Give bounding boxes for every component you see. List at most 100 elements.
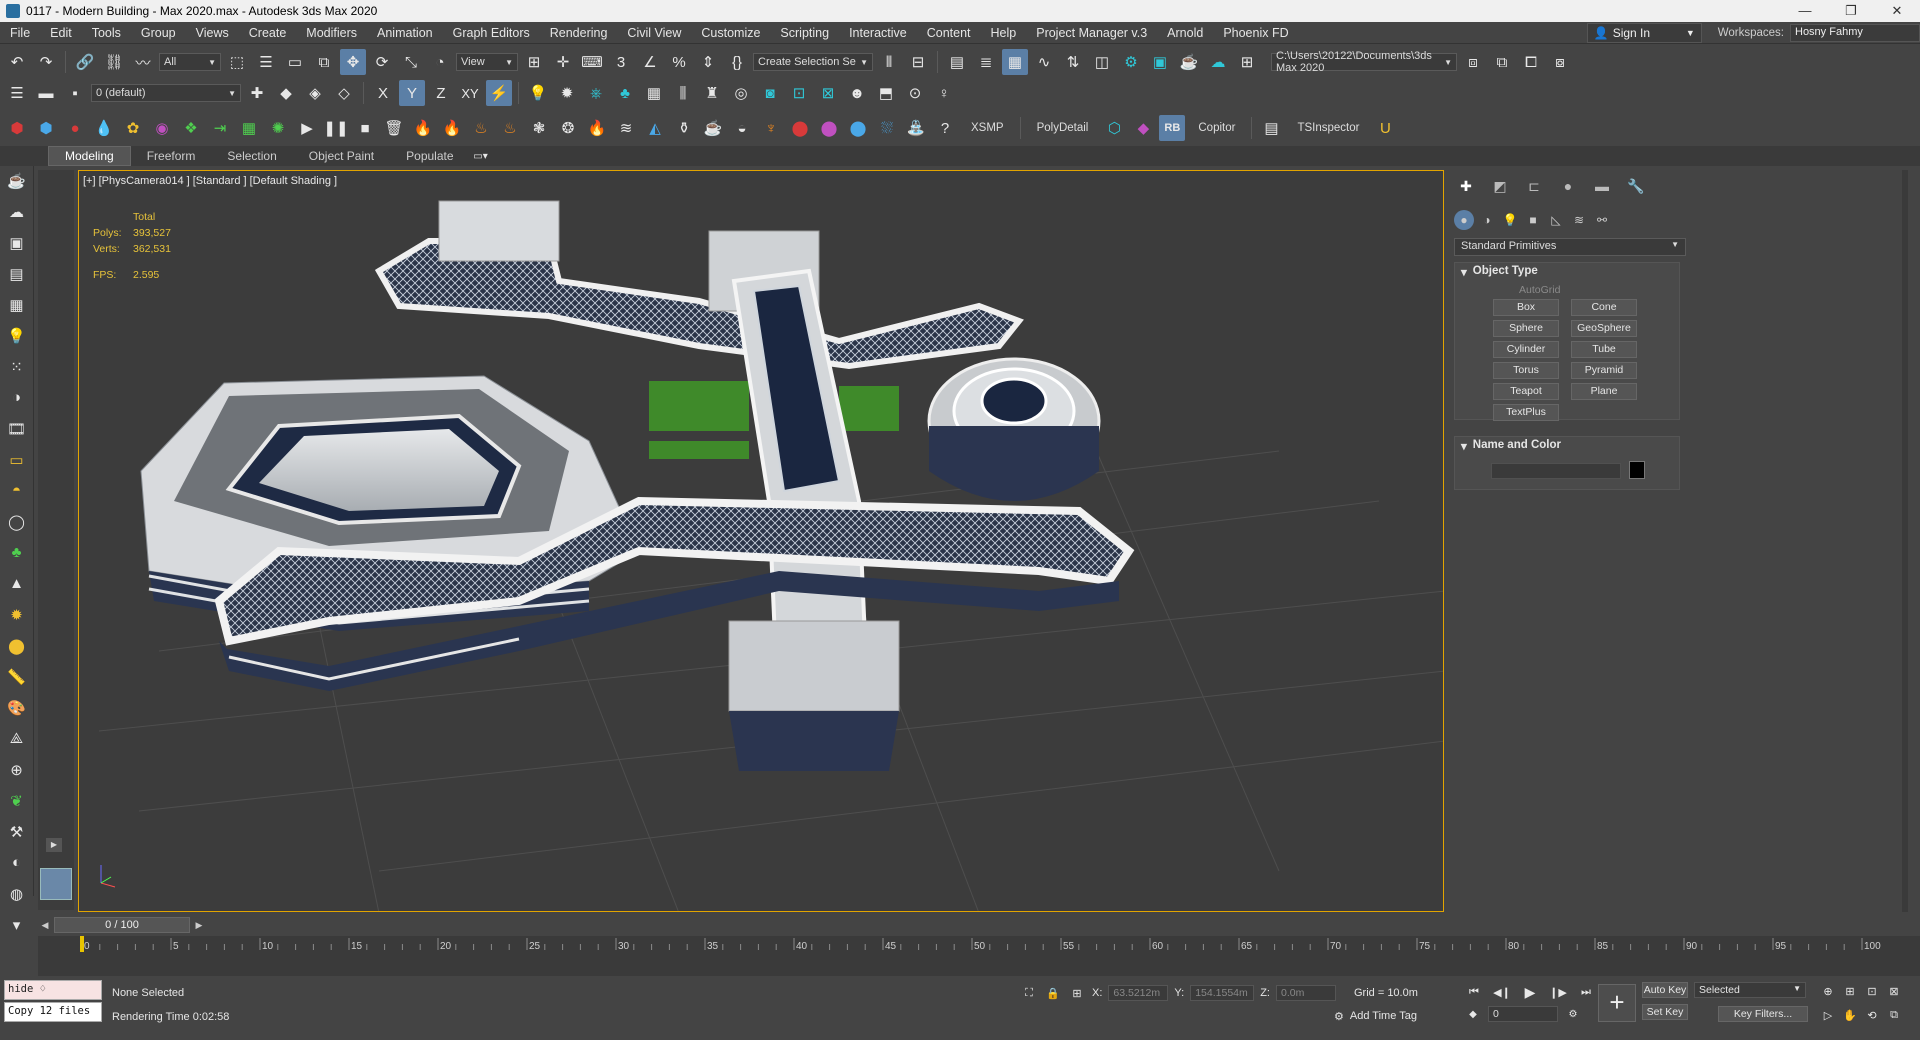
menu-content[interactable]: Content (917, 22, 981, 44)
liquid-icon[interactable]: ♨ (497, 115, 523, 141)
cone-icon[interactable]: ▲ (4, 571, 30, 596)
dots-icon[interactable]: ⁙ (4, 354, 30, 379)
hdr-icon[interactable]: ◐ (4, 850, 30, 875)
cameras-icon[interactable]: ■ (1523, 210, 1543, 230)
next-frame-arrow-icon[interactable]: ▶ (192, 918, 206, 932)
xsmp-button[interactable]: XSMP (961, 122, 1014, 134)
close-button[interactable]: ✕ (1874, 0, 1920, 22)
primitive-type-dropdown[interactable]: Standard Primitives ▼ (1454, 238, 1686, 256)
cup-icon[interactable]: ☕ (700, 115, 726, 141)
field-of-view-icon[interactable]: ▷ (1818, 1006, 1838, 1024)
schematic-view-icon[interactable]: ⇅ (1060, 49, 1086, 75)
cylinder-button[interactable]: Cylinder (1493, 341, 1559, 358)
y-coord-field[interactable]: 154.1554m (1190, 985, 1255, 1001)
wave-icon[interactable]: ≋ (613, 115, 639, 141)
cone-button[interactable]: Cone (1571, 299, 1637, 316)
leaf-icon[interactable]: ❦ (4, 788, 30, 813)
ribbon-toggle-icon[interactable]: ▦ (1002, 49, 1028, 75)
circle-tool-icon[interactable]: ◎ (728, 80, 754, 106)
bulb-tool-icon[interactable]: ♀ (931, 80, 957, 106)
play-animation-icon[interactable]: ▶ (1520, 982, 1540, 1002)
menu-arnold[interactable]: Arnold (1157, 22, 1213, 44)
tab-populate[interactable]: Populate (390, 147, 469, 165)
restore-button[interactable]: ❐ (1828, 0, 1874, 22)
sun-yellow-icon[interactable]: ✹ (4, 602, 30, 627)
go-to-start-icon[interactable]: ⏮ (1464, 982, 1484, 1002)
maximize-viewport-icon[interactable]: ⧉ (1884, 1006, 1904, 1024)
box-tool-icon[interactable]: ⬒ (873, 80, 899, 106)
menu-animation[interactable]: Animation (367, 22, 443, 44)
sun-icon[interactable]: ✹ (554, 80, 580, 106)
film-icon[interactable]: 🎞 (4, 416, 30, 441)
pulldown-icon[interactable]: ▾ (4, 912, 30, 937)
time-config-icon[interactable]: ⚙ (1564, 1006, 1582, 1022)
splash-icon[interactable]: ⛆ (874, 115, 900, 141)
hierarchy-panel-icon[interactable]: ⊏ (1520, 174, 1548, 198)
manipulate-icon[interactable]: ✛ (550, 49, 576, 75)
menu-civil-view[interactable]: Civil View (617, 22, 691, 44)
fence-icon[interactable]: ⫼ (670, 80, 696, 106)
burst-green-icon[interactable]: ✺ (265, 115, 291, 141)
named-selection-dropdown[interactable]: Create Selection Se ▼ (753, 53, 873, 71)
drop-blue-icon[interactable]: 💧 (91, 115, 117, 141)
project-settings-icon[interactable]: ⧇ (1547, 49, 1573, 75)
menu-customize[interactable]: Customize (691, 22, 770, 44)
menu-scripting[interactable]: Scripting (770, 22, 839, 44)
menu-project-manager[interactable]: Project Manager v.3 (1026, 22, 1157, 44)
layer-dropdown[interactable]: 0 (default) ▼ (91, 84, 241, 102)
ruler-icon[interactable]: 📏 (4, 664, 30, 689)
disc-icon[interactable]: ◯ (4, 509, 30, 534)
zoom-extents-all-icon[interactable]: ⊠ (1884, 982, 1904, 1000)
sphere-button[interactable]: Sphere (1493, 320, 1559, 337)
people-icon[interactable]: ☻ (844, 80, 870, 106)
grid-icon[interactable]: ▦ (641, 80, 667, 106)
coin-icon[interactable]: ⬤ (4, 633, 30, 658)
toolbar-menu-icon[interactable]: ☰ (4, 80, 30, 106)
maxscript-output[interactable]: Copy 12 files (4, 1002, 102, 1022)
x-coord-field[interactable]: 63.5212m (1108, 985, 1169, 1001)
blue-ball-icon[interactable]: ⬤ (845, 115, 871, 141)
plane-button[interactable]: Plane (1571, 383, 1637, 400)
autogrid-checkbox[interactable]: AutoGrid (1455, 281, 1679, 299)
modify-panel-icon[interactable]: ◩ (1486, 174, 1514, 198)
snaps-toggle-icon[interactable]: 3 (608, 49, 634, 75)
menu-modifiers[interactable]: Modifiers (296, 22, 367, 44)
menu-help[interactable]: Help (981, 22, 1027, 44)
zoom-all-icon[interactable]: ⊞ (1840, 982, 1860, 1000)
select-object-icon[interactable]: ⬚ (224, 49, 250, 75)
shape-green-icon[interactable]: ❖ (178, 115, 204, 141)
triangle-tool-icon[interactable]: ⟁ (4, 726, 30, 751)
inspector-icon[interactable]: ▤ (1258, 115, 1284, 141)
ribbon-options-icon[interactable]: ▭▾ (470, 148, 492, 164)
previous-frame-icon[interactable]: ◀❙ (1492, 982, 1512, 1002)
frame-icon[interactable]: ⊡ (786, 80, 812, 106)
select-by-name-icon[interactable]: ☰ (253, 49, 279, 75)
move-icon[interactable]: ✥ (340, 49, 366, 75)
create-layer-icon[interactable]: ✚ (244, 80, 270, 106)
sphere-red-icon[interactable]: ● (62, 115, 88, 141)
command-panel-scrollbar[interactable] (1902, 170, 1908, 912)
gem-plugin-icon[interactable]: ◆ (1130, 115, 1156, 141)
menu-create[interactable]: Create (239, 22, 297, 44)
set-keys-icon[interactable]: + (1598, 984, 1636, 1022)
light-icon[interactable]: 💡 (525, 80, 551, 106)
menu-views[interactable]: Views (186, 22, 239, 44)
keyboard-shortcut-icon[interactable]: ⌨ (579, 49, 605, 75)
help-icon[interactable]: ? (932, 115, 958, 141)
fire-icon[interactable]: 🔥 (410, 115, 436, 141)
axis-xy-button[interactable]: XY (457, 80, 483, 106)
red-ball-icon[interactable]: ⬤ (787, 115, 813, 141)
systems-icon[interactable]: ⚯ (1592, 210, 1612, 230)
display-panel-icon[interactable]: ▬ (1588, 174, 1616, 198)
minimize-button[interactable]: — (1782, 0, 1828, 22)
project-folder-dropdown[interactable]: C:\Users\20122\Documents\3ds Max 2020 ▼ (1271, 50, 1457, 74)
render-setup-icon[interactable]: ⚙ (1118, 49, 1144, 75)
menu-interactive[interactable]: Interactive (839, 22, 917, 44)
select-layer-objects-icon[interactable]: ◈ (302, 80, 328, 106)
set-key-button[interactable]: Set Key (1642, 1004, 1688, 1020)
rect-selection-icon[interactable]: ▭ (282, 49, 308, 75)
teapot-icon[interactable]: ☕ (4, 168, 30, 193)
maxscript-input[interactable]: hide ♢ (4, 980, 102, 1000)
tree-icon[interactable]: ♣ (612, 80, 638, 106)
lights-icon[interactable]: 💡 (1500, 210, 1520, 230)
